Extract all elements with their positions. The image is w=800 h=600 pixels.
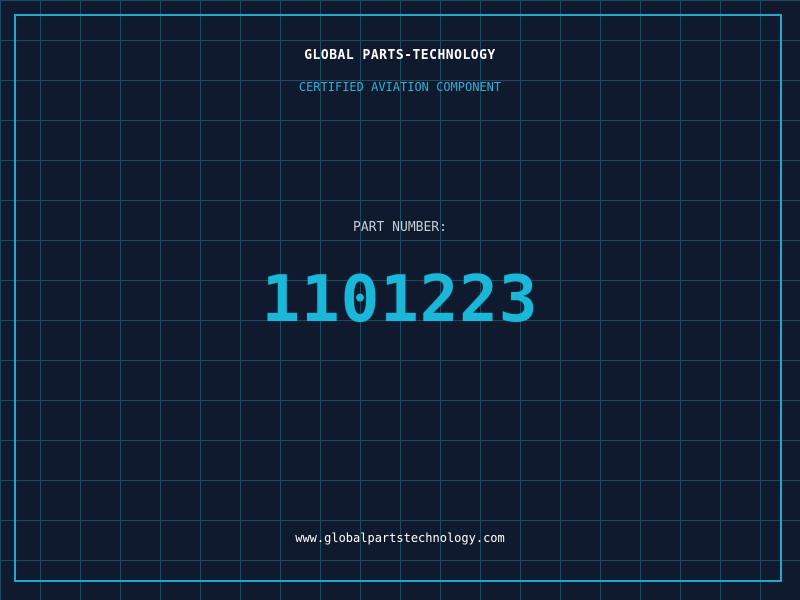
website-url: www.globalpartstechnology.com: [295, 531, 505, 545]
parts-label-card: GLOBAL PARTS-TECHNOLOGY CERTIFIED AVIATI…: [0, 0, 800, 600]
certification-tagline: CERTIFIED AVIATION COMPONENT: [298, 80, 502, 94]
company-name: GLOBAL PARTS-TECHNOLOGY: [304, 48, 496, 63]
part-number-value: 1101223: [261, 263, 539, 337]
part-number-label: PART NUMBER:: [353, 220, 447, 235]
